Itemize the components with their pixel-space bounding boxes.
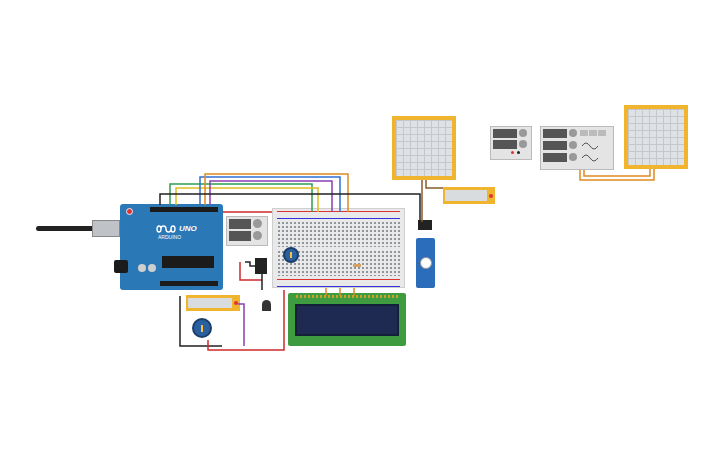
transistor[interactable] [262, 300, 271, 311]
wire[interactable] [240, 262, 262, 280]
wire[interactable] [426, 180, 443, 188]
oscilloscope[interactable] [392, 116, 456, 180]
wire[interactable] [208, 290, 284, 350]
microcontroller-chip [162, 256, 214, 268]
wire[interactable] [223, 211, 272, 213]
digital-header [150, 207, 218, 212]
wire[interactable] [339, 288, 341, 296]
multimeter[interactable] [443, 187, 495, 204]
wire[interactable] [210, 181, 332, 212]
wire[interactable] [261, 274, 263, 290]
power-header [160, 281, 218, 286]
oscilloscope[interactable] [624, 105, 688, 169]
potentiometer[interactable] [283, 247, 299, 263]
board-logo: UNO [156, 224, 197, 234]
reset-button[interactable] [126, 208, 133, 215]
board-brand: ARDUINO [158, 235, 181, 240]
usb-plug-icon [92, 220, 120, 237]
lcd-display[interactable] [288, 293, 406, 346]
wire[interactable] [580, 169, 654, 180]
wire[interactable] [200, 177, 340, 212]
power-supply[interactable] [490, 126, 532, 160]
potentiometer[interactable] [192, 318, 212, 338]
arduino-board[interactable]: UNO ARDUINO [120, 204, 223, 290]
wire[interactable] [170, 184, 312, 212]
power-supply[interactable] [226, 216, 268, 246]
wire[interactable] [353, 288, 355, 296]
circuit-canvas[interactable]: UNO ARDUINO [0, 0, 725, 453]
wire[interactable] [205, 174, 348, 212]
waveform-icon [580, 140, 602, 164]
board-model: UNO [179, 225, 197, 233]
wires-layer [0, 0, 725, 453]
lcd-screen [295, 304, 399, 336]
usb-cable[interactable] [36, 226, 96, 231]
wire[interactable] [180, 296, 222, 346]
multimeter[interactable] [186, 295, 240, 311]
wire[interactable] [176, 188, 318, 212]
wire[interactable] [421, 180, 423, 222]
wire[interactable] [584, 169, 650, 176]
servo-motor[interactable] [416, 238, 435, 288]
resistor[interactable] [353, 264, 361, 267]
power-jack [114, 260, 128, 273]
wire[interactable] [160, 194, 420, 222]
relay[interactable] [255, 258, 267, 274]
infinity-logo-icon [156, 224, 176, 234]
wire[interactable] [245, 262, 255, 266]
capacitor [138, 264, 146, 272]
capacitor [148, 264, 156, 272]
servo-connector [418, 220, 432, 230]
function-generator[interactable] [540, 126, 614, 170]
wire[interactable] [238, 304, 244, 346]
wire[interactable] [325, 288, 327, 296]
